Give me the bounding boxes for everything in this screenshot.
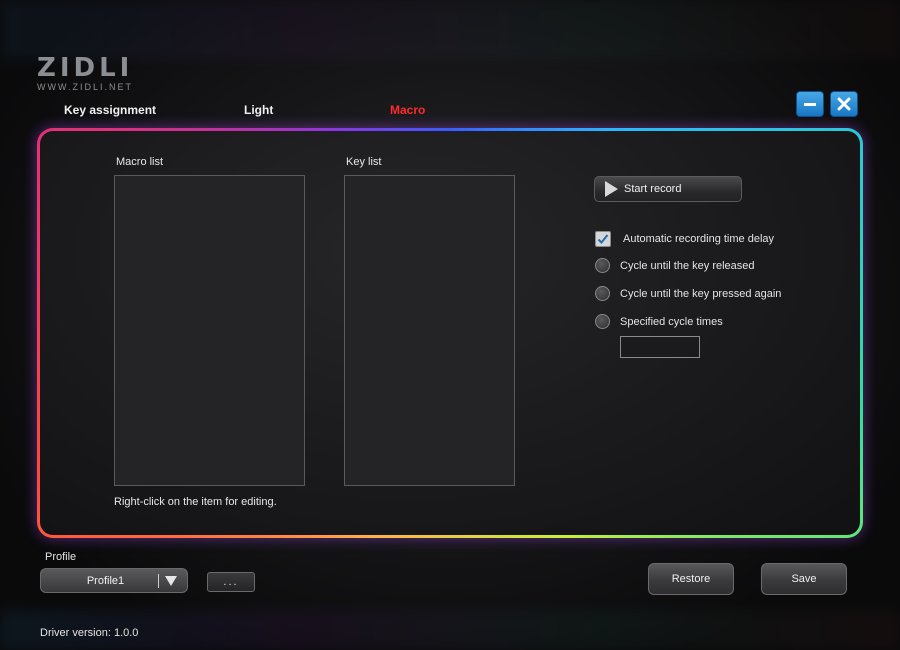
option-cycle-released[interactable]: Cycle until the key released xyxy=(595,258,755,273)
cycle-released-label: Cycle until the key released xyxy=(620,259,755,272)
start-record-button[interactable]: Start record xyxy=(594,176,742,202)
driver-version: Driver version: 1.0.0 xyxy=(40,627,139,639)
auto-delay-checkbox[interactable] xyxy=(595,231,611,247)
auto-delay-label: Automatic recording time delay xyxy=(623,233,775,245)
option-cycle-pressed-again[interactable]: Cycle until the key pressed again xyxy=(595,286,781,301)
tab-light[interactable]: Light xyxy=(244,103,273,117)
select-divider xyxy=(158,573,159,588)
restore-button[interactable]: Restore xyxy=(648,563,734,595)
minimize-icon xyxy=(804,103,816,106)
brand-name: ZIDLI xyxy=(37,53,134,83)
checkmark-icon xyxy=(597,234,609,244)
chevron-down-icon xyxy=(165,575,177,586)
specified-cycles-label: Specified cycle times xyxy=(620,315,723,328)
specified-cycles-radio[interactable] xyxy=(595,314,610,329)
cycle-pressed-again-label: Cycle until the key pressed again xyxy=(620,287,782,300)
background-streaks-top xyxy=(0,0,900,60)
cycle-pressed-again-radio[interactable] xyxy=(595,286,610,301)
more-options-button[interactable]: ... xyxy=(207,572,255,592)
key-list-label: Key list xyxy=(346,156,382,168)
brand-logo: ZIDLI WWW.ZIDLI.NET xyxy=(37,53,134,92)
tab-macro[interactable]: Macro xyxy=(390,103,425,117)
option-specified-cycles[interactable]: Specified cycle times xyxy=(595,314,723,329)
play-icon xyxy=(605,181,618,197)
tab-key-assignment[interactable]: Key assignment xyxy=(64,103,156,117)
minimize-button[interactable] xyxy=(796,91,824,117)
key-list[interactable] xyxy=(344,175,515,486)
edit-hint: Right-click on the item for editing. xyxy=(114,496,277,508)
brand-url: WWW.ZIDLI.NET xyxy=(37,82,133,92)
profile-select[interactable]: Profile1 xyxy=(40,568,188,593)
macro-list[interactable] xyxy=(114,175,305,486)
cycle-released-radio[interactable] xyxy=(595,258,610,273)
close-icon xyxy=(837,97,851,111)
option-auto-delay[interactable]: Automatic recording time delay xyxy=(595,231,774,247)
cycle-times-input[interactable] xyxy=(620,336,700,358)
start-record-label: Start record xyxy=(624,183,682,195)
close-button[interactable] xyxy=(830,91,858,117)
profile-label: Profile xyxy=(45,551,77,563)
profile-value: Profile1 xyxy=(86,574,125,587)
macro-list-label: Macro list xyxy=(116,156,164,168)
save-button[interactable]: Save xyxy=(761,563,847,595)
